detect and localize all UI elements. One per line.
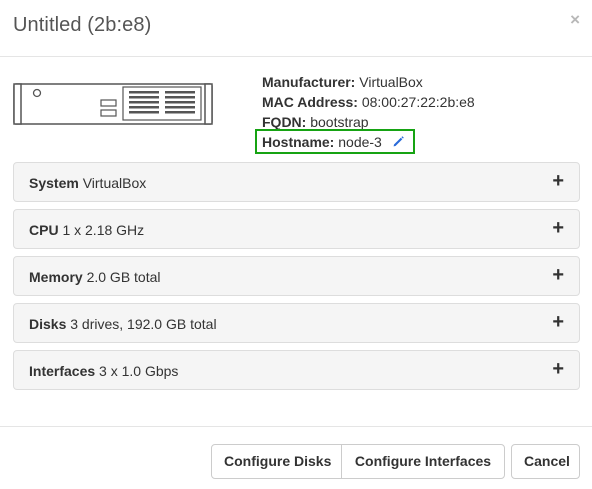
panel-label: Disks: [29, 316, 67, 332]
plus-icon[interactable]: +: [552, 359, 564, 379]
manufacturer-label: Manufacturer:: [262, 74, 356, 90]
fqdn-label: FQDN:: [262, 114, 307, 130]
configure-disks-button[interactable]: Configure Disks: [211, 444, 342, 479]
panel-value: 3 drives, 192.0 GB total: [70, 316, 217, 332]
dialog-footer: Configure Disks Configure Interfaces Can…: [0, 426, 592, 489]
cancel-button[interactable]: Cancel: [511, 444, 580, 479]
node-summary: Manufacturer: VirtualBox MAC Address: 08…: [0, 57, 592, 157]
server-icon: [13, 83, 213, 125]
hostname-row: Hostname: node-3: [255, 129, 415, 154]
panel-value: 1 x 2.18 GHz: [62, 222, 145, 238]
dialog-title: Untitled (2b:e8): [13, 14, 152, 36]
fqdn-value: bootstrap: [310, 114, 369, 130]
hostname-label: Hostname:: [262, 134, 335, 150]
mac-address-label: MAC Address:: [262, 94, 358, 110]
plus-icon[interactable]: +: [552, 265, 564, 285]
mac-address-row: MAC Address: 08:00:27:22:2b:e8: [262, 92, 475, 112]
node-properties: Manufacturer: VirtualBox MAC Address: 08…: [262, 72, 475, 132]
panel-label: System: [29, 175, 79, 191]
panel-memory[interactable]: Memory 2.0 GB total +: [13, 256, 580, 296]
hostname-value: node-3: [338, 134, 382, 150]
close-icon[interactable]: ×: [570, 11, 580, 28]
dialog-header: Untitled (2b:e8) ×: [0, 0, 592, 57]
plus-icon[interactable]: +: [552, 312, 564, 332]
plus-icon[interactable]: +: [552, 218, 564, 238]
manufacturer-row: Manufacturer: VirtualBox: [262, 72, 475, 92]
node-details-dialog: Untitled (2b:e8) × Manufacturer: Virtual…: [0, 0, 592, 489]
panel-label: Memory: [29, 269, 83, 285]
configure-interfaces-button[interactable]: Configure Interfaces: [341, 444, 505, 479]
mac-address-value: 08:00:27:22:2b:e8: [361, 94, 475, 110]
panel-system[interactable]: System VirtualBox +: [13, 162, 580, 202]
panel-disks[interactable]: Disks 3 drives, 192.0 GB total +: [13, 303, 580, 343]
panel-value: 2.0 GB total: [86, 269, 161, 285]
manufacturer-value: VirtualBox: [359, 74, 423, 90]
panel-interfaces[interactable]: Interfaces 3 x 1.0 Gbps +: [13, 350, 580, 390]
panel-value: 3 x 1.0 Gbps: [99, 363, 179, 379]
plus-icon[interactable]: +: [552, 171, 564, 191]
panel-value: VirtualBox: [82, 175, 147, 191]
panel-label: Interfaces: [29, 363, 96, 379]
pencil-icon[interactable]: [392, 135, 405, 148]
panel-cpu[interactable]: CPU 1 x 2.18 GHz +: [13, 209, 580, 249]
panel-label: CPU: [29, 222, 59, 238]
